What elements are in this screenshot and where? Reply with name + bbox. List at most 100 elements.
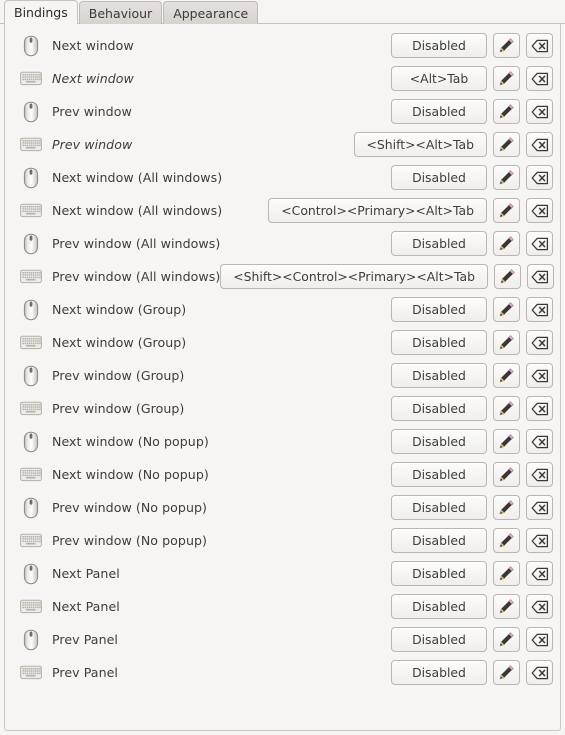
shortcut-value-button[interactable]: Disabled: [391, 165, 487, 190]
shortcut-value-button[interactable]: Disabled: [391, 363, 487, 388]
edit-binding-button[interactable]: [493, 660, 520, 685]
clear-binding-button[interactable]: [526, 66, 553, 91]
edit-binding-button[interactable]: [493, 297, 520, 322]
clear-binding-button[interactable]: [526, 429, 553, 454]
edit-binding-button[interactable]: [493, 132, 520, 157]
binding-controls: Disabled: [391, 297, 553, 322]
edit-binding-button[interactable]: [493, 66, 520, 91]
edit-binding-button[interactable]: [493, 528, 520, 553]
binding-controls: Disabled: [391, 99, 553, 124]
shortcut-value-button[interactable]: Disabled: [391, 594, 487, 619]
shortcut-value-button[interactable]: Disabled: [391, 429, 487, 454]
tab-label: Behaviour: [88, 5, 153, 21]
clear-binding-button[interactable]: [526, 660, 553, 685]
keyboard-icon: [20, 137, 42, 152]
mouse-icon: [23, 497, 39, 518]
clear-binding-button[interactable]: [526, 528, 553, 553]
edit-binding-button[interactable]: [493, 198, 520, 223]
tab-appearance[interactable]: Appearance: [163, 1, 259, 24]
shortcut-value-button[interactable]: Disabled: [391, 231, 487, 256]
clear-binding-button[interactable]: [526, 33, 553, 58]
shortcut-value-button[interactable]: <Alt>Tab: [391, 66, 487, 91]
pencil-icon: [499, 104, 514, 119]
shortcut-value-button[interactable]: Disabled: [391, 330, 487, 355]
mouse-icon-cell: [16, 35, 46, 57]
shortcut-value-button[interactable]: <Shift><Alt>Tab: [353, 132, 487, 157]
clear-binding-button[interactable]: [526, 231, 553, 256]
clear-binding-button[interactable]: [526, 561, 553, 586]
tab-bindings[interactable]: Bindings: [4, 0, 78, 24]
shortcut-value-button[interactable]: Disabled: [391, 33, 487, 58]
pencil-icon: [499, 665, 514, 680]
pencil-icon: [499, 170, 514, 185]
shortcut-value-button[interactable]: Disabled: [391, 561, 487, 586]
keyboard-icon: [20, 71, 42, 86]
clear-binding-button[interactable]: [526, 297, 553, 322]
shortcut-value-button[interactable]: Disabled: [391, 396, 487, 421]
backspace-clear-icon: [531, 237, 548, 250]
edit-binding-button[interactable]: [493, 627, 520, 652]
mouse-icon-cell: [16, 299, 46, 321]
shortcut-value-button[interactable]: Disabled: [391, 99, 487, 124]
clear-binding-button[interactable]: [526, 396, 553, 421]
keyboard-icon: [20, 599, 42, 614]
mouse-icon-cell: [16, 497, 46, 519]
clear-binding-button[interactable]: [526, 495, 553, 520]
clear-binding-button[interactable]: [526, 330, 553, 355]
edit-binding-button[interactable]: [493, 330, 520, 355]
shortcut-value-button[interactable]: <Control><Primary><Alt>Tab: [268, 198, 487, 223]
bindings-list: Next window Disabled Next window <Alt>Tab Pr…: [5, 24, 560, 689]
clear-binding-button[interactable]: [526, 99, 553, 124]
binding-row: Prev window (All windows) <Shift><Control…: [5, 260, 560, 293]
keyboard-icon-cell: [16, 203, 46, 218]
edit-binding-button[interactable]: [493, 396, 520, 421]
clear-binding-button[interactable]: [526, 594, 553, 619]
shortcut-value-button[interactable]: <Shift><Control><Primary><Alt>Tab: [220, 264, 488, 289]
edit-binding-button[interactable]: [493, 33, 520, 58]
shortcut-value-button[interactable]: Disabled: [391, 660, 487, 685]
binding-label: Next window (Group): [52, 302, 187, 317]
binding-label: Prev window (All windows): [52, 236, 221, 251]
clear-binding-button[interactable]: [526, 132, 553, 157]
binding-label: Prev Panel: [52, 665, 118, 680]
pencil-icon: [499, 368, 514, 383]
keyboard-icon-cell: [16, 533, 46, 548]
clear-binding-button[interactable]: [526, 627, 553, 652]
shortcut-value-button[interactable]: Disabled: [391, 297, 487, 322]
shortcut-value-button[interactable]: Disabled: [391, 528, 487, 553]
mouse-icon: [23, 35, 39, 56]
keyboard-icon-cell: [16, 269, 46, 284]
binding-controls: Disabled: [391, 495, 553, 520]
mouse-icon-cell: [16, 431, 46, 453]
edit-binding-button[interactable]: [493, 429, 520, 454]
shortcut-value-button[interactable]: Disabled: [391, 627, 487, 652]
edit-binding-button[interactable]: [493, 231, 520, 256]
keyboard-icon-cell: [16, 71, 46, 86]
edit-binding-button[interactable]: [493, 594, 520, 619]
backspace-clear-icon: [531, 567, 548, 580]
binding-controls: Disabled: [391, 528, 553, 553]
edit-binding-button[interactable]: [493, 495, 520, 520]
mouse-icon: [23, 629, 39, 650]
mouse-icon: [23, 431, 39, 452]
edit-binding-button[interactable]: [493, 264, 521, 289]
clear-binding-button[interactable]: [526, 198, 553, 223]
edit-binding-button[interactable]: [493, 165, 520, 190]
clear-binding-button[interactable]: [526, 165, 553, 190]
edit-binding-button[interactable]: [493, 462, 520, 487]
shortcut-value-button[interactable]: Disabled: [391, 462, 487, 487]
mouse-icon-cell: [16, 563, 46, 585]
clear-binding-button[interactable]: [526, 363, 553, 388]
binding-controls: Disabled: [391, 165, 553, 190]
pencil-icon: [499, 401, 514, 416]
tab-behaviour[interactable]: Behaviour: [78, 1, 163, 24]
shortcut-value-button[interactable]: Disabled: [391, 495, 487, 520]
edit-binding-button[interactable]: [493, 99, 520, 124]
binding-row: Prev window (All windows) Disabled: [5, 227, 560, 260]
edit-binding-button[interactable]: [493, 561, 520, 586]
pencil-icon: [499, 500, 514, 515]
clear-binding-button[interactable]: [526, 264, 554, 289]
edit-binding-button[interactable]: [493, 363, 520, 388]
binding-label: Prev window (Group): [52, 401, 185, 416]
clear-binding-button[interactable]: [526, 462, 553, 487]
